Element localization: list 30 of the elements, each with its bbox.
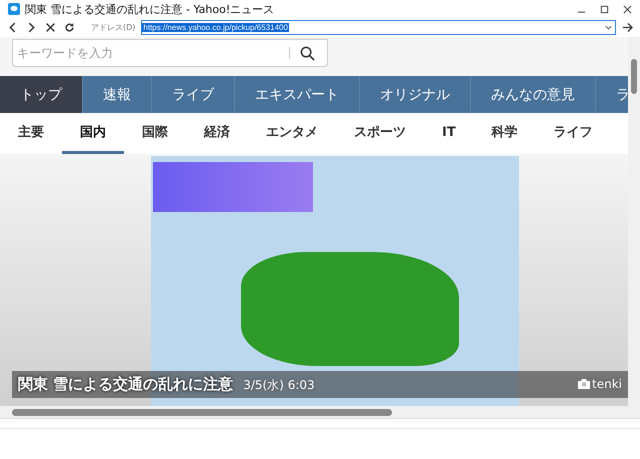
search-icon[interactable] <box>300 46 315 60</box>
search-field[interactable]: キーワードを入力 <box>12 39 328 67</box>
headline-time: 3/5(水) 6:03 <box>243 377 315 394</box>
nav-tab[interactable]: スポーツ <box>336 113 424 154</box>
nav-tab[interactable]: 主要 <box>0 113 62 154</box>
nav-tab[interactable]: 経済 <box>186 113 248 154</box>
stop-icon[interactable] <box>45 22 56 33</box>
camera-icon <box>578 379 590 389</box>
nav-tab[interactable]: 科学 <box>474 113 536 154</box>
nav-tab[interactable]: ライフ <box>536 113 611 154</box>
close-icon[interactable] <box>623 4 632 14</box>
nav-tab[interactable]: トップ <box>0 76 83 113</box>
horizontal-scrollbar[interactable] <box>0 406 640 419</box>
back-icon[interactable] <box>7 22 18 33</box>
address-label: アドレス(D) <box>91 22 136 33</box>
forward-icon[interactable] <box>26 22 37 33</box>
dropdown-icon[interactable] <box>604 23 613 32</box>
nav-tab[interactable]: 国際 <box>124 113 186 154</box>
maximize-icon[interactable] <box>600 4 609 14</box>
reload-icon[interactable] <box>64 22 75 33</box>
photo-credit: tenki <box>592 377 622 391</box>
app-icon <box>8 3 20 15</box>
go-arrow-icon[interactable] <box>622 22 634 33</box>
headline-title[interactable]: 関東 雪による交通の乱れに注意 <box>18 375 234 394</box>
vertical-scrollbar[interactable] <box>628 37 640 406</box>
search-input[interactable]: キーワードを入力 <box>13 45 289 61</box>
nav-tab[interactable]: IT <box>424 113 474 154</box>
nav-tab[interactable]: エンタメ <box>248 113 336 154</box>
address-field[interactable]: https://news.yahoo.co.jp/pickup/6531400 <box>141 20 616 35</box>
window-title: 関東 雪による交通の乱れに注意 - Yahoo!ニュース <box>25 2 276 16</box>
